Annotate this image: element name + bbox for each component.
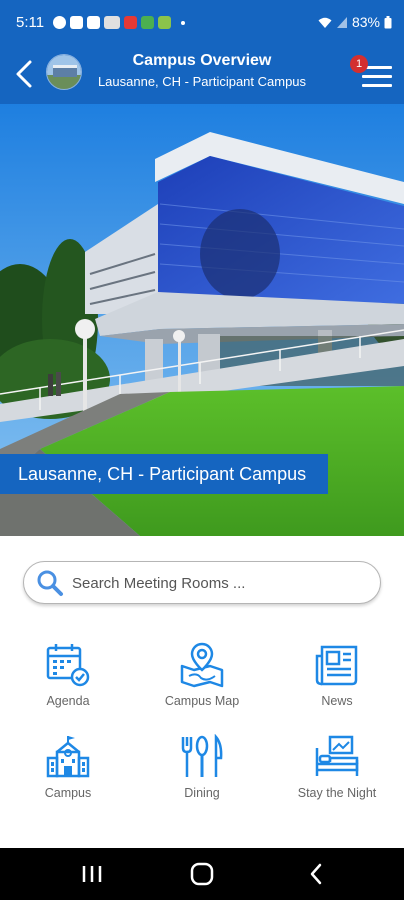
back-chevron-icon <box>310 863 322 885</box>
teams-icon <box>70 16 83 29</box>
status-time: 5:11 <box>16 14 45 31</box>
campus-avatar[interactable] <box>46 54 82 90</box>
recents-button[interactable] <box>72 860 112 888</box>
search-box[interactable] <box>23 561 381 604</box>
tile-label-news: News <box>321 694 353 708</box>
home-circle-icon <box>190 862 214 886</box>
calendar-check-icon <box>46 644 90 687</box>
tile-label-dining: Dining <box>184 786 220 800</box>
newspaper-icon <box>315 645 358 686</box>
notification-badge: 1 <box>350 55 368 73</box>
signal-icon <box>336 16 347 28</box>
tile-campus-map[interactable]: Campus Map <box>147 642 257 722</box>
school-building-icon <box>46 736 90 778</box>
battery-icon <box>384 15 392 28</box>
tile-label-campus: Campus <box>44 786 92 800</box>
tile-dining[interactable]: Dining <box>147 734 257 814</box>
notification-icons <box>53 16 185 29</box>
recents-icon <box>82 866 102 882</box>
search-input[interactable] <box>70 568 364 598</box>
system-nav-bar <box>0 848 404 900</box>
page-subtitle: Lausanne, CH - Participant Campus <box>97 74 307 89</box>
more-dot-icon <box>181 20 185 25</box>
search-icon <box>37 570 63 596</box>
green-app-icon-2 <box>158 16 171 29</box>
hamburger-icon <box>362 66 392 93</box>
app-header: Campus Overview Lausanne, CH - Participa… <box>0 46 404 104</box>
green-app-icon <box>141 16 154 29</box>
wifi-icon <box>318 17 332 28</box>
status-right: 83% <box>318 14 392 30</box>
messenger-icon <box>53 16 66 29</box>
tile-stay-the-night[interactable]: Stay the Night <box>282 734 392 814</box>
tile-label-campus-map: Campus Map <box>164 694 240 708</box>
chevron-left-icon <box>16 60 32 88</box>
campus-thumbnail-image <box>47 55 81 89</box>
menu-button[interactable]: 1 <box>350 54 392 94</box>
sg-notif-icon <box>104 16 120 29</box>
tile-agenda[interactable]: Agenda <box>13 642 123 722</box>
tile-campus[interactable]: Campus <box>13 734 123 814</box>
campus-caption: Lausanne, CH - Participant Campus <box>0 454 328 494</box>
map-pin-icon <box>180 642 224 688</box>
bed-icon <box>315 735 359 776</box>
tile-label-agenda: Agenda <box>46 694 90 708</box>
calendar-notif-icon <box>87 16 100 29</box>
back-button[interactable] <box>8 54 40 94</box>
page-title: Campus Overview <box>132 52 272 69</box>
system-back-button[interactable] <box>296 860 336 888</box>
fork-spoon-knife-icon <box>181 734 223 777</box>
status-bar: 5:11 83% <box>0 0 404 46</box>
home-button[interactable] <box>182 860 222 888</box>
tile-news[interactable]: News <box>282 642 392 722</box>
campus-hero-image: Lausanne, CH - Participant Campus <box>0 104 404 536</box>
tile-label-stay-the-night: Stay the Night <box>297 786 377 800</box>
battery-percent: 83% <box>351 14 380 30</box>
red-app-icon <box>124 16 137 29</box>
